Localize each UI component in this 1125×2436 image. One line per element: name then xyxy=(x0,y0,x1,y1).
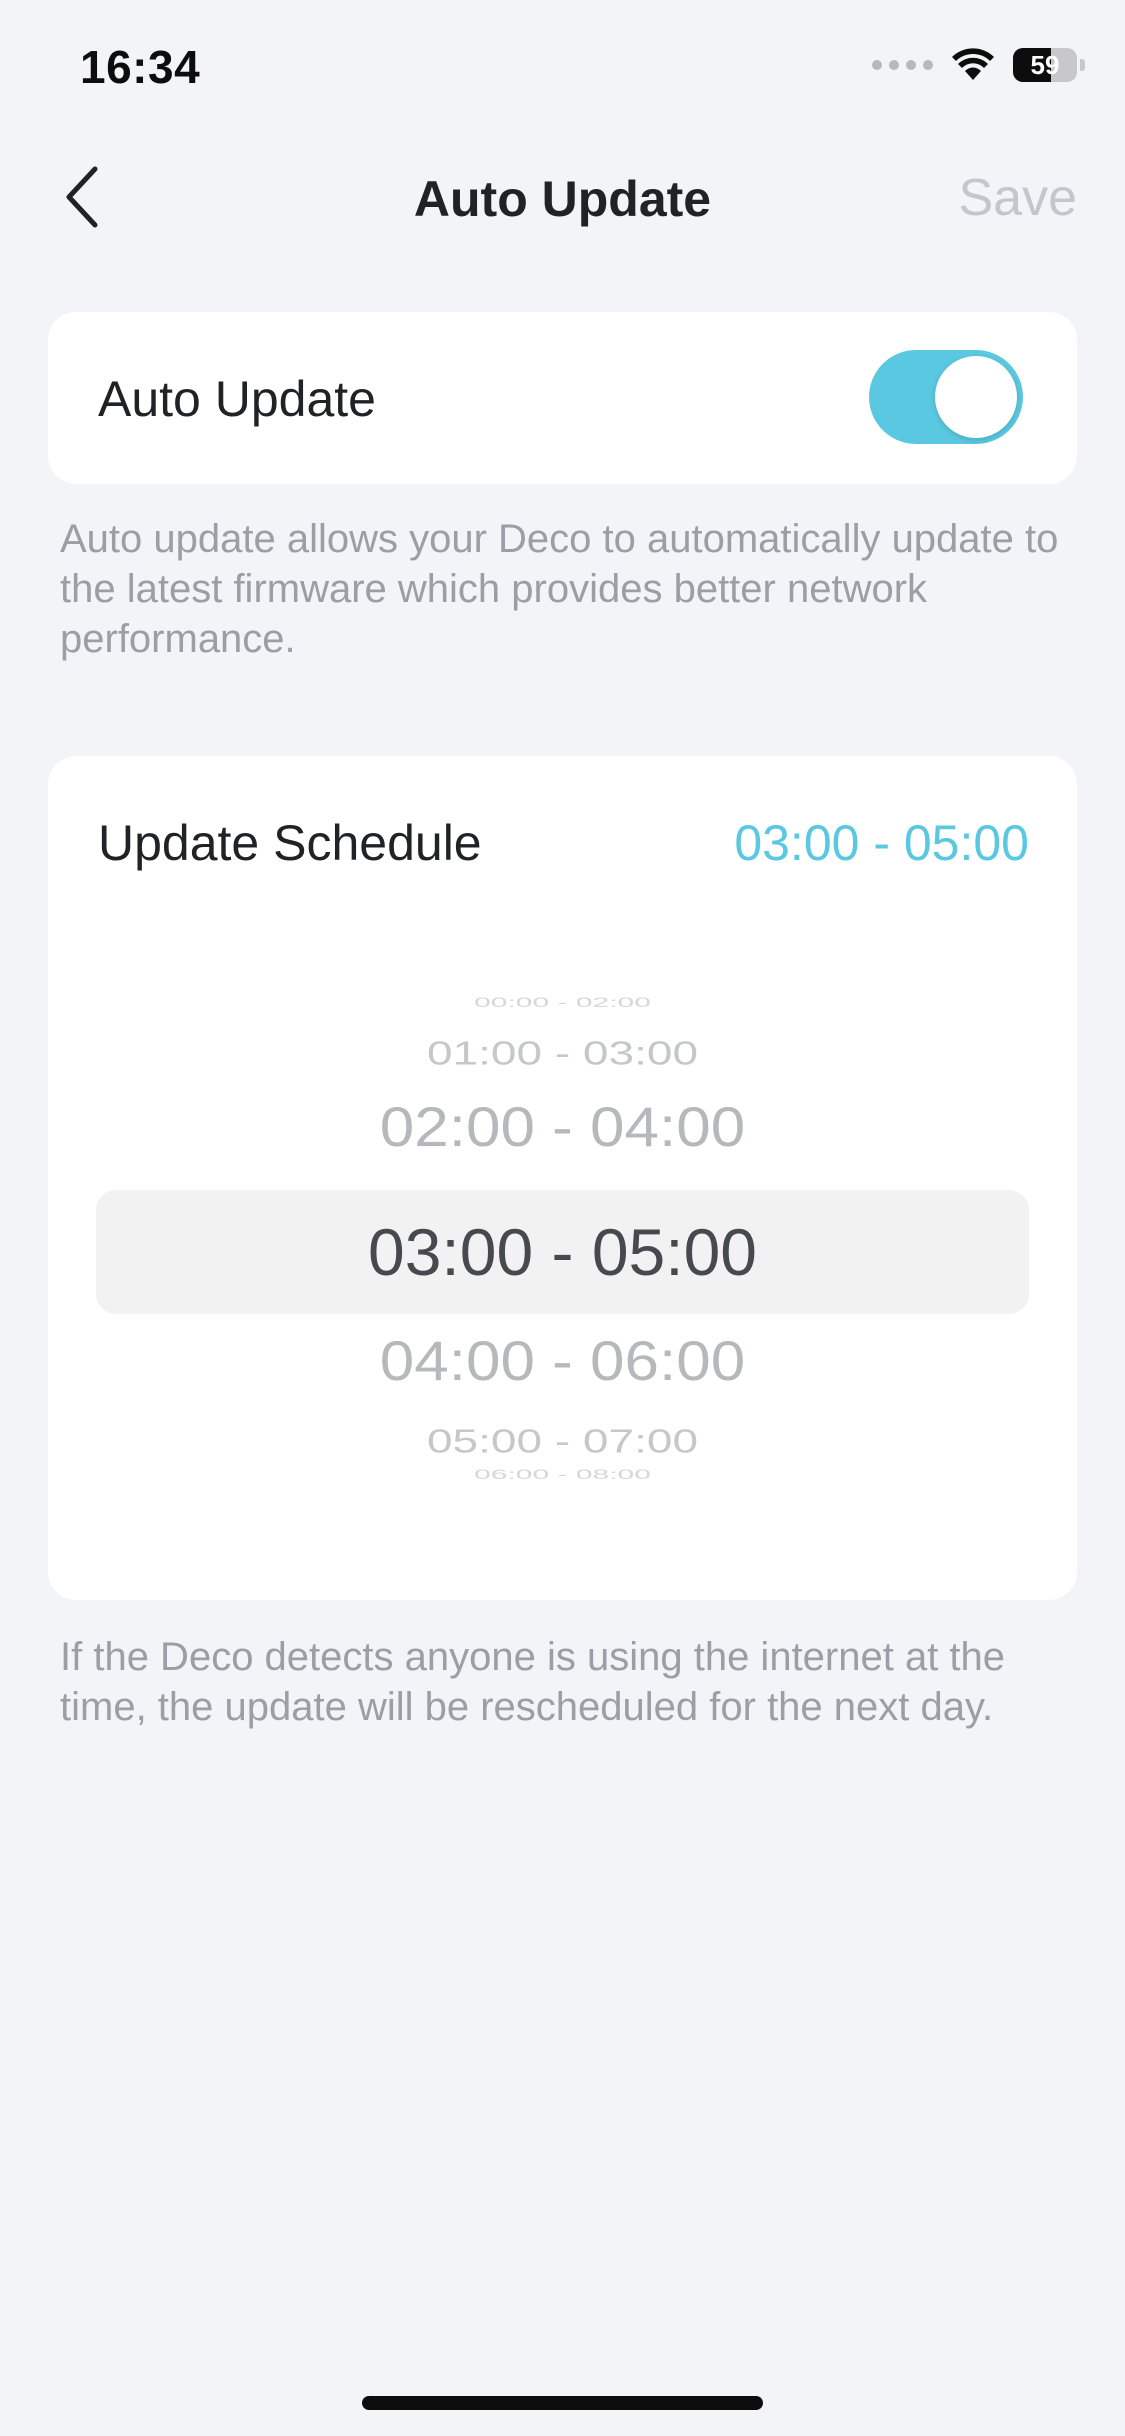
auto-update-label: Auto Update xyxy=(98,371,376,427)
auto-update-screen: 16:34 59 Auto Update Save Auto Update Au… xyxy=(0,0,1125,2436)
auto-update-toggle[interactable] xyxy=(869,350,1023,444)
update-schedule-value: 03:00 - 05:00 xyxy=(734,815,1029,871)
update-schedule-card: Update Schedule 03:00 - 05:00 00:00 - 02… xyxy=(48,756,1077,1600)
status-icons: 59 xyxy=(872,48,1085,82)
auto-update-card: Auto Update xyxy=(48,312,1077,484)
home-indicator xyxy=(362,2396,763,2410)
toggle-knob xyxy=(935,356,1017,438)
picker-option[interactable]: 04:00 - 06:00 xyxy=(96,1330,1029,1394)
picker-option[interactable]: 01:00 - 03:00 xyxy=(96,1034,1029,1073)
save-button[interactable]: Save xyxy=(958,168,1077,228)
cellular-signal-icon xyxy=(872,60,933,70)
wifi-icon xyxy=(952,48,994,80)
picker-option[interactable]: 02:00 - 04:00 xyxy=(96,1096,1029,1160)
picker-option[interactable]: 06:00 - 08:00 xyxy=(96,1467,1029,1482)
status-bar: 16:34 59 xyxy=(0,0,1125,140)
status-time: 16:34 xyxy=(80,41,201,93)
battery-icon: 59 xyxy=(1013,48,1077,82)
picker-option[interactable]: 00:00 - 02:00 xyxy=(96,995,1029,1010)
schedule-description: If the Deco detects anyone is using the … xyxy=(60,1635,1006,1729)
nav-bar: Auto Update Save xyxy=(0,140,1125,260)
page-title: Auto Update xyxy=(413,171,712,227)
schedule-picker[interactable]: 00:00 - 02:00 01:00 - 03:00 02:00 - 04:0… xyxy=(96,956,1029,1516)
update-schedule-label: Update Schedule xyxy=(98,815,482,871)
battery-level: 59 xyxy=(1030,49,1060,80)
battery-cap xyxy=(1080,59,1085,71)
auto-update-description: Auto update allows your Deco to automati… xyxy=(60,517,1059,661)
picker-option-selected[interactable]: 03:00 - 05:00 xyxy=(96,1214,1029,1290)
picker-option[interactable]: 05:00 - 07:00 xyxy=(96,1422,1029,1461)
